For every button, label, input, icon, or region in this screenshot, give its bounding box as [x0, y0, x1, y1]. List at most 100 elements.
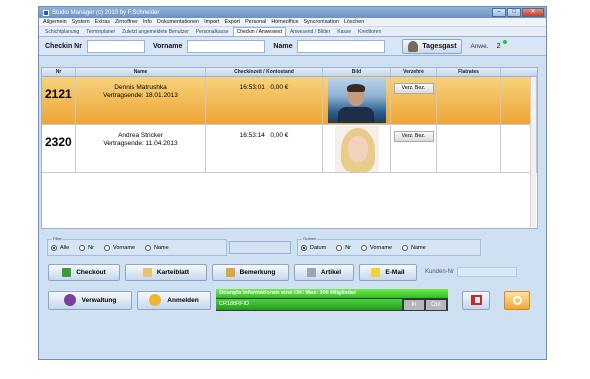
table-header: Nr Name Checkinzeit / Kontostand Bild Ve… [42, 68, 537, 77]
row-name-cell: Dennis Matrushka Vertragsende: 18.01.201… [76, 77, 206, 124]
tab-anwesend-bilder[interactable]: Anwesend / Bilder [287, 28, 333, 36]
artikel-button[interactable]: Artikel [294, 263, 354, 281]
menu-item-import[interactable]: Import [204, 19, 219, 25]
bottom-panel: Filter Alle Nr Vorname Name Ordnen Datum… [41, 236, 538, 312]
close-button[interactable]: ✕ [522, 7, 544, 17]
menu-item-homeoffice[interactable]: Homeoffice [271, 19, 298, 25]
checkin-table: Nr Name Checkinzeit / Kontostand Bild Ve… [41, 67, 538, 229]
filter-group: Filter Alle Nr Vorname Name [47, 236, 227, 256]
row-nr: 2121 [42, 77, 76, 124]
status-dot-icon [503, 39, 508, 44]
col-verzehre[interactable]: Verzehre [391, 68, 437, 76]
verwaltung-icon [63, 294, 76, 306]
menu-item-allgemein[interactable]: Allgemein [43, 19, 67, 25]
menu-item-system[interactable]: System [72, 19, 90, 25]
row-name-cell: Andrea Stricker Vertragsende: 11.04.2013 [76, 125, 206, 172]
email-button[interactable]: E-Mail [359, 263, 417, 281]
col-checkinzeit[interactable]: Checkinzeit / Kontostand [206, 68, 323, 76]
tab-schichtplanung[interactable]: Schichtplanung [42, 28, 82, 36]
row-flatrates [437, 125, 501, 172]
menu-item-syncronisation[interactable]: Syncronisation [304, 19, 339, 25]
col-flatrates[interactable]: Flatrates [437, 68, 501, 76]
tab-checkin-anwesend[interactable]: Checkin / Anwesend [232, 27, 286, 36]
row-konto: 0,00 € [270, 132, 289, 139]
menu-item-extras[interactable]: Extras [95, 19, 110, 25]
rfid-status: CR188RFID [216, 299, 402, 310]
menu-item-dokumentationen[interactable]: Dokumentationen [157, 19, 199, 25]
bemerkung-button[interactable]: Bemerkung [212, 263, 289, 281]
checkout-button[interactable]: Checkout [48, 263, 120, 281]
filter-alle-radio[interactable]: Alle [51, 244, 69, 251]
checkin-nr-input[interactable] [86, 39, 145, 53]
verz-bez-button[interactable]: Verz. Bez. [393, 83, 434, 94]
maximize-button[interactable]: □ [507, 7, 521, 17]
filter-input[interactable] [229, 241, 291, 254]
power-button[interactable] [504, 290, 530, 310]
row-name: Dennis Matrushka [114, 84, 167, 91]
anmelden-button[interactable]: Anmelden [137, 290, 211, 310]
filter-vorname-radio[interactable]: Vorname [103, 244, 135, 251]
verz-bez-button[interactable]: Verz. Bez. [393, 131, 434, 142]
order-nr-radio[interactable]: Nr [336, 244, 352, 251]
anwesend-count: 2 [496, 42, 501, 50]
order-datum-radio[interactable]: Datum [301, 244, 327, 251]
verwaltung-button[interactable]: Verwaltung [48, 290, 132, 310]
row-time: 16:53:01 [239, 84, 265, 91]
karteiblatt-button[interactable]: Karteiblatt [125, 263, 207, 281]
tagesgast-button[interactable]: Tagesgast [402, 38, 463, 54]
power-icon [512, 295, 522, 305]
row-checkin-cell: 16:53:01 0,00 € [206, 77, 323, 124]
table-row[interactable]: 2121 Dennis Matrushka Vertragsende: 18.0… [42, 77, 537, 125]
note-icon [225, 267, 235, 277]
email-label: E-Mail [385, 268, 405, 276]
minimize-button[interactable]: – [492, 7, 506, 17]
row-flatrates [437, 77, 501, 124]
kunden-nr-label: Kunden-Nr [425, 269, 455, 275]
anmelden-label: Anmelden [167, 296, 199, 304]
status-row: Verwaltung Anmelden Dounglo Informatione… [41, 288, 538, 312]
row-konto: 0,00 € [270, 84, 289, 91]
window-title: Studio Manager (c) 2010 by F.Schneider [52, 9, 160, 16]
menu-item-export[interactable]: Export [224, 19, 240, 25]
order-vorname-radio[interactable]: Vorname [361, 244, 393, 251]
menu-item-personal[interactable]: Personal [245, 19, 266, 25]
member-photo [334, 125, 379, 172]
kunden-nr-input[interactable] [457, 267, 518, 277]
vorname-input[interactable] [187, 39, 266, 53]
tab-personalkasse[interactable]: Personalkasse [193, 28, 232, 36]
col-bild[interactable]: Bild [323, 68, 391, 76]
person-icon [408, 40, 419, 52]
order-option-label: Datum [310, 244, 327, 251]
tagesgast-label: Tagesgast [422, 42, 457, 50]
exit-door-icon [470, 295, 482, 305]
exit-button[interactable] [462, 290, 490, 310]
filter-nr-radio[interactable]: Nr [79, 244, 94, 251]
filter-name-radio[interactable]: Name [145, 244, 169, 251]
tab-kreditoren[interactable]: Kreditoren [355, 28, 384, 36]
verwaltung-label: Verwaltung [81, 296, 117, 304]
tab-terminplaner[interactable]: Terminplaner [83, 28, 118, 36]
table-row[interactable]: 2320 Andrea Stricker Vertragsende: 11.04… [42, 125, 537, 173]
col-nr[interactable]: Nr [42, 68, 76, 76]
tab-zuletzt-angemeldete[interactable]: Zuletzt angemeldete Benutzer [119, 28, 192, 36]
karteiblatt-label: Karteiblatt [156, 268, 190, 276]
row-vertrag: Vertragsende: 11.04.2013 [103, 140, 178, 147]
row-photo-cell [323, 125, 391, 172]
search-bar: Checkin Nr Vorname Name Tagesgast Anwe. … [39, 37, 546, 56]
filter-option-label: Vorname [112, 244, 135, 251]
info-message: Dounglo Informationen sind OK! Max: 300 … [216, 289, 448, 298]
vertical-scrollbar[interactable] [530, 77, 536, 227]
order-name-radio[interactable]: Name [402, 244, 426, 251]
title-bar: Studio Manager (c) 2010 by F.Schneider –… [39, 7, 546, 18]
tab-kasse[interactable]: Kasse [334, 28, 354, 36]
order-option-label: Vorname [370, 244, 393, 251]
col-name[interactable]: Name [76, 68, 206, 76]
checkin-nr-label: Checkin Nr [45, 42, 82, 50]
name-input[interactable] [297, 39, 386, 53]
action-row: Checkout Karteiblatt Bemerkung Artikel E… [41, 260, 538, 284]
menu-item-zirnoffner[interactable]: Zirnoffner [115, 19, 138, 25]
menu-item-info[interactable]: Info [143, 19, 152, 25]
menu-item-loeschen[interactable]: Löschen [344, 19, 364, 25]
order-option-label: Nr [345, 244, 352, 251]
anwesend-label: Anwe. [470, 42, 489, 50]
